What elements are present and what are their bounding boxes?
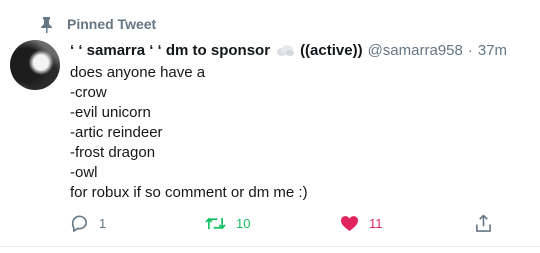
separator-dot: ·	[467, 41, 473, 59]
retweet-button[interactable]: 10	[205, 212, 250, 234]
reply-count: 1	[99, 215, 107, 231]
cloud-emoji-icon	[275, 43, 295, 57]
tweet-line: -frost dragon	[70, 144, 156, 161]
reply-button[interactable]: 1	[70, 212, 106, 234]
tweet-line: -crow	[70, 84, 107, 101]
share-button[interactable]	[475, 212, 492, 234]
display-name[interactable]: ‘ ‘ samarra ‘ ‘ dm to sponsor	[70, 42, 270, 59]
tweet-card[interactable]: Pinned Tweet ‘ ‘ samarra ‘ ‘ dm to spons…	[0, 0, 540, 253]
tweet-text: does anyone have a -crow -evil unicorn -…	[70, 63, 510, 203]
avatar[interactable]	[10, 40, 60, 90]
share-icon	[475, 214, 492, 233]
retweet-count: 10	[236, 215, 251, 231]
tweet-header: ‘ ‘ samarra ‘ ‘ dm to sponsor ((active))…	[70, 40, 530, 60]
pinned-label: Pinned Tweet	[67, 16, 157, 32]
retweet-icon	[205, 215, 226, 232]
action-bar: 1 10 11	[70, 212, 500, 234]
divider	[0, 246, 540, 247]
pin-icon	[40, 16, 53, 33]
pinned-indicator: Pinned Tweet	[40, 14, 156, 34]
like-button[interactable]: 11	[340, 212, 383, 234]
tweet-line: for robux if so comment or dm me :)	[70, 184, 308, 201]
status-text[interactable]: ((active))	[300, 42, 363, 59]
tweet-line: -artic reindeer	[70, 124, 163, 141]
like-count: 11	[369, 215, 383, 231]
handle[interactable]: @samarra958	[368, 42, 463, 59]
timestamp[interactable]: 37m	[478, 42, 507, 59]
reply-icon	[70, 214, 89, 233]
tweet-line: -evil unicorn	[70, 104, 151, 121]
tweet-line: -owl	[70, 164, 98, 181]
heart-icon	[340, 215, 359, 232]
tweet-line: does anyone have a	[70, 64, 206, 81]
